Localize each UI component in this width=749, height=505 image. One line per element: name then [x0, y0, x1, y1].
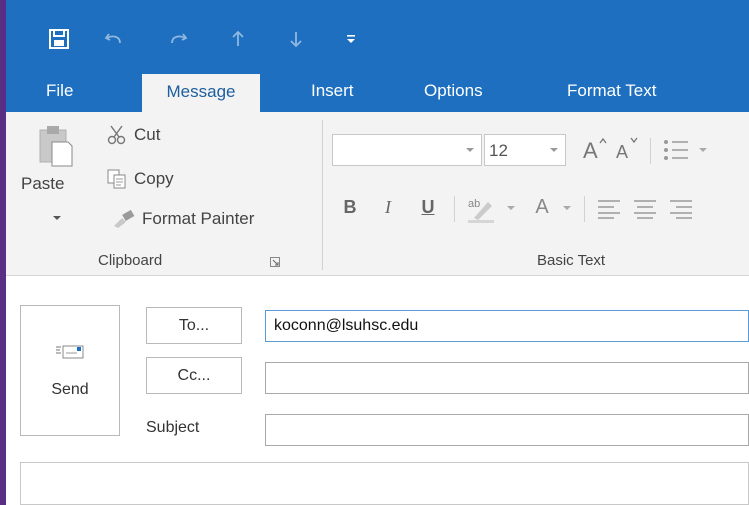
toolbar-separator [650, 138, 651, 164]
grow-font-icon[interactable]: A [579, 134, 609, 164]
send-label: Send [51, 380, 89, 398]
subject-field[interactable] [265, 414, 749, 446]
send-envelope-icon [56, 345, 84, 358]
toolbar-separator [584, 196, 585, 222]
undo-icon[interactable] [102, 26, 126, 52]
clipboard-group-label: Clipboard [98, 252, 163, 269]
tab-format-text[interactable]: Format Text [567, 70, 656, 112]
dialog-launcher-icon[interactable] [270, 257, 280, 267]
format-painter-icon [114, 209, 135, 228]
to-button[interactable]: To... [146, 307, 242, 344]
basic-text-group-label: Basic Text [537, 252, 606, 269]
paste-icon [39, 126, 73, 167]
svg-text:A: A [583, 138, 598, 163]
svg-text:ab: ab [468, 198, 480, 210]
tab-options[interactable]: Options [424, 70, 483, 112]
cc-field[interactable] [265, 362, 749, 394]
copy-label: Copy [134, 169, 174, 188]
tab-insert[interactable]: Insert [311, 70, 354, 112]
group-separator [322, 120, 323, 270]
font-name-box[interactable] [332, 134, 482, 166]
font-size-dropdown-icon[interactable] [543, 135, 565, 165]
underline-button[interactable]: U [416, 192, 440, 222]
outlook-message-window: File Message Insert Options Format Text … [6, 0, 749, 505]
font-color-dropdown-icon[interactable] [562, 204, 572, 212]
bullets-dropdown-icon[interactable] [698, 146, 708, 154]
tab-message[interactable]: Message [142, 74, 260, 112]
save-icon[interactable] [46, 26, 72, 52]
ribbon: Paste Cut Copy Format Painter Clipboard … [6, 112, 749, 276]
toolbar-separator [454, 196, 455, 222]
message-body[interactable] [20, 462, 749, 505]
redo-icon[interactable] [166, 26, 190, 52]
format-painter-label: Format Painter [142, 209, 255, 228]
bullets-icon[interactable] [662, 136, 692, 164]
cc-button[interactable]: Cc... [146, 357, 242, 394]
send-button[interactable]: Send [20, 305, 120, 436]
customize-qat-icon[interactable] [342, 26, 360, 52]
copy-icon [107, 169, 126, 189]
previous-item-icon[interactable] [228, 26, 248, 52]
highlight-icon[interactable]: ab [466, 194, 500, 224]
cut-label: Cut [134, 125, 161, 144]
to-field[interactable]: koconn@lsuhsc.edu [265, 310, 749, 342]
tab-file[interactable]: File [46, 70, 73, 112]
paste-label: Paste [21, 174, 65, 193]
align-right-icon[interactable] [668, 198, 694, 220]
next-item-icon[interactable] [286, 26, 306, 52]
scissors-icon [107, 125, 126, 145]
italic-button[interactable]: I [376, 192, 400, 222]
subject-label: Subject [146, 419, 200, 436]
font-name-dropdown-icon[interactable] [459, 135, 481, 165]
font-color-button[interactable]: A [530, 192, 554, 222]
font-size-box[interactable]: 12 [484, 134, 566, 166]
ribbon-tabs: File Message Insert Options Format Text [6, 70, 749, 112]
align-left-icon[interactable] [596, 198, 622, 220]
font-size-value: 12 [489, 141, 508, 160]
svg-text:A: A [616, 142, 628, 162]
quick-access-toolbar [6, 0, 749, 70]
align-center-icon[interactable] [632, 198, 658, 220]
highlight-dropdown-icon[interactable] [506, 204, 516, 212]
bold-button[interactable]: B [338, 192, 362, 222]
paste-dropdown-icon[interactable] [52, 214, 62, 222]
paste-button[interactable]: Paste [18, 122, 90, 244]
shrink-font-icon[interactable]: A [612, 134, 642, 164]
